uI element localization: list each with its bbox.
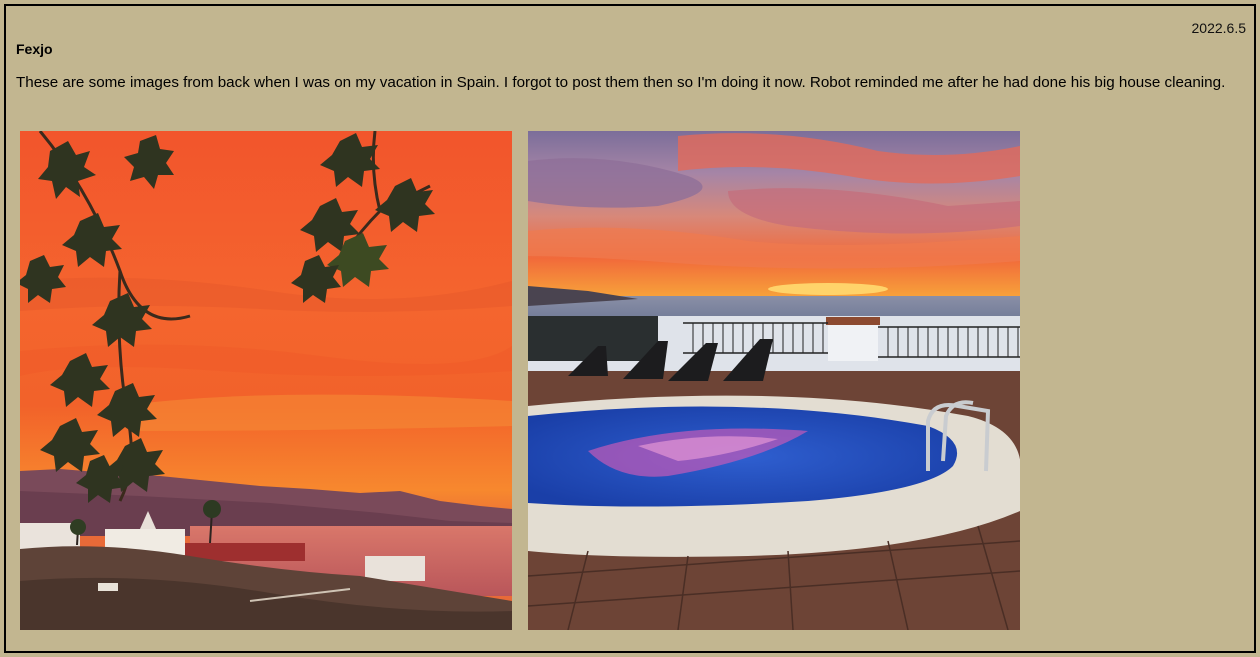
sunset-coast-photo[interactable] xyxy=(20,131,512,630)
post-body: These are some images from back when I w… xyxy=(16,74,1226,91)
sunset-coast-image xyxy=(20,131,512,630)
post-date: 2022.6.5 xyxy=(1191,20,1247,36)
sunset-pool-image xyxy=(528,131,1020,630)
blog-post: 2022.6.5 Fexjo These are some images fro… xyxy=(4,4,1256,653)
post-author: Fexjo xyxy=(16,41,53,57)
sunset-pool-photo[interactable] xyxy=(528,131,1020,630)
